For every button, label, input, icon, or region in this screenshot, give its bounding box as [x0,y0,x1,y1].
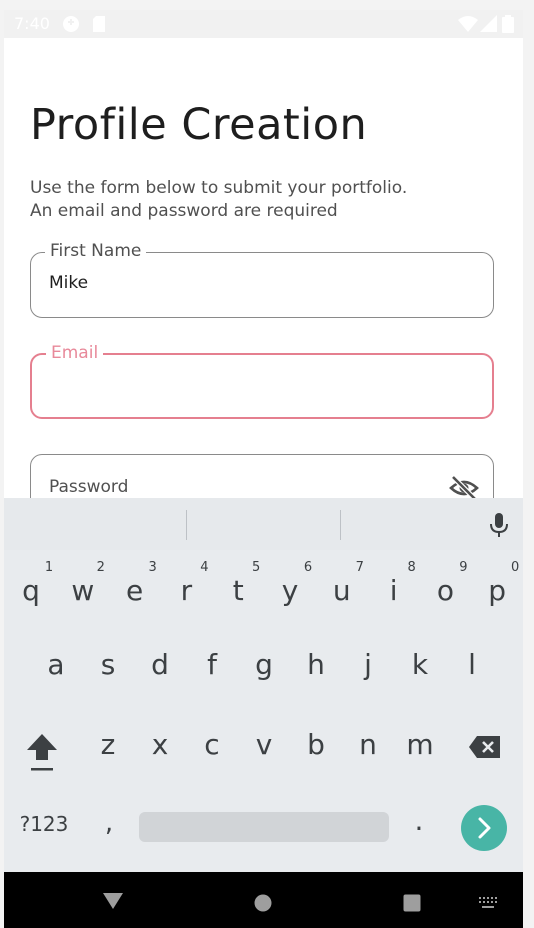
backspace-key[interactable] [467,734,503,764]
key-a[interactable]: a [36,648,76,681]
key-z[interactable]: z [88,728,128,761]
keyboard-row-1: q1w2e3r4t5y6u7i8o9p0 [4,560,523,612]
key-b[interactable]: b [296,728,336,761]
microphone-icon[interactable] [488,512,510,538]
status-time: 7:40 [14,14,50,33]
status-bar: 7:40 [4,10,523,38]
navigation-bar [4,872,523,928]
password-field[interactable]: Password [30,454,494,500]
key-hint: 9 [459,560,468,575]
key-f[interactable]: f [192,648,232,681]
key-d[interactable]: d [140,648,180,681]
sd-card-icon [92,15,106,37]
key-i[interactable]: i [374,574,414,607]
key-x[interactable]: x [140,728,180,761]
first-name-label: First Name [45,241,147,261]
shift-key[interactable] [22,732,62,772]
key-y[interactable]: y [270,574,310,607]
key-hint: 3 [148,560,157,575]
suggestion-divider [340,510,341,540]
key-o[interactable]: o [425,574,465,607]
key-h[interactable]: h [296,648,336,681]
soft-keyboard: q1w2e3r4t5y6u7i8o9p0 asdfghjkl zxcvbnm ?… [4,498,523,872]
key-k[interactable]: k [400,648,440,681]
key-e[interactable]: e [115,574,155,607]
eye-off-icon[interactable] [449,473,479,500]
key-hint: 8 [407,560,416,575]
device-frame: 7:40 Profile Creation Use the form below… [0,0,534,928]
key-v[interactable]: v [244,728,284,761]
keyboard-row-2: asdfghjkl [4,648,523,688]
key-p[interactable]: p [477,574,517,607]
signal-icon [480,15,498,37]
email-label: Email [46,343,104,363]
key-hint: 1 [44,560,54,575]
key-j[interactable]: j [348,648,388,681]
key-c[interactable]: c [192,728,232,761]
app-screen: Profile Creation Use the form below to s… [4,38,523,500]
recents-icon[interactable] [403,894,421,917]
symbols-key[interactable]: ?123 [18,812,70,836]
key-n[interactable]: n [348,728,388,761]
key-g[interactable]: g [244,648,284,681]
enter-key[interactable] [461,805,507,851]
space-key[interactable] [139,812,389,842]
email-field[interactable]: Email [30,343,494,419]
keyboard-switch-icon[interactable] [478,896,498,915]
page-title: Profile Creation [30,100,368,150]
key-t[interactable]: t [218,574,258,607]
key-hint: 2 [96,560,105,575]
subtitle-line-1: Use the form below to submit your portfo… [30,178,408,198]
key-w[interactable]: w [63,574,103,607]
key-hint: 7 [355,560,364,575]
page-subtitle: Use the form below to submit your portfo… [30,177,500,223]
comma-key[interactable]: , [94,808,124,838]
chevron-right-icon [478,817,491,839]
wifi-icon [458,15,478,37]
home-icon[interactable] [254,894,272,917]
key-q[interactable]: q [11,574,51,607]
first-name-value[interactable]: Mike [49,273,88,293]
key-s[interactable]: s [88,648,128,681]
back-icon[interactable] [102,892,124,915]
suggestion-strip[interactable] [4,498,523,550]
key-l[interactable]: l [452,648,492,681]
battery-icon [502,15,514,37]
key-hint: 4 [200,560,209,575]
keyboard-row-3: zxcvbnm [4,728,523,771]
key-m[interactable]: m [400,728,440,761]
subtitle-line-2: An email and password are required [30,201,338,221]
key-hint: 6 [303,560,313,575]
key-hint: 5 [252,560,261,575]
suggestion-divider [186,510,187,540]
notification-icon [62,15,80,37]
period-key[interactable]: . [404,804,434,837]
password-placeholder: Password [49,477,129,497]
key-r[interactable]: r [166,574,206,607]
key-u[interactable]: u [322,574,362,607]
key-hint: 0 [511,560,520,575]
first-name-field[interactable]: First Name Mike [30,241,494,318]
